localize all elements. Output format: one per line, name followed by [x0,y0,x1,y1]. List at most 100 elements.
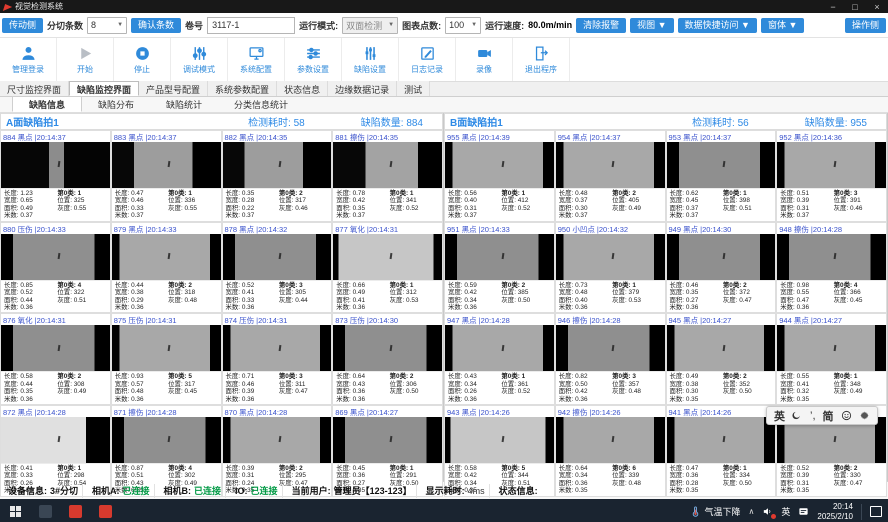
defect-image[interactable] [1,142,110,188]
parameter-settings-button[interactable]: 参数设置 [285,38,342,81]
defect-cell[interactable]: 883 黑点 |20:14:37长度: 0.47宽度: 0.46面积: 0.33… [111,130,222,222]
defect-cell[interactable]: 953 黑点 |20:14:37长度: 0.62宽度: 0.45面积: 0.37… [666,130,777,222]
taskbar-app-explorer[interactable] [30,499,60,522]
defect-image[interactable] [1,234,110,280]
defect-cell[interactable]: 949 黑点 |20:14:30长度: 0.46宽度: 0.35面积: 0.27… [666,222,777,314]
gear-icon[interactable] [859,410,870,421]
defect-cell[interactable]: 942 擦伤 |20:14:26长度: 0.64宽度: 0.34面积: 0.36… [555,405,666,497]
defect-cell[interactable]: 873 压伤 |20:14:30长度: 0.64宽度: 0.43面积: 0.36… [332,313,443,405]
debug-mode-button[interactable]: 调试模式 [171,38,228,81]
defect-image[interactable] [667,417,776,463]
defect-image[interactable] [556,325,665,371]
defect-image[interactable] [445,234,554,280]
drive-side-button[interactable]: 传动侧 [2,18,43,33]
start-button[interactable]: 开始 [57,38,114,81]
clear-alarm-button[interactable]: 清除报警 [576,18,626,33]
defect-image[interactable] [112,417,221,463]
tray-ime-lang[interactable]: 英 [781,505,790,518]
volume-icon[interactable] [762,506,773,517]
taskbar-clock[interactable]: 20:14 2025/2/10 [817,502,853,521]
defect-cell[interactable]: 951 黑点 |20:14:33长度: 0.59宽度: 0.42面积: 0.34… [444,222,555,314]
system-config-button[interactable]: 系统配置 [228,38,285,81]
defect-image[interactable] [223,417,332,463]
defect-image[interactable] [556,234,665,280]
defect-cell[interactable]: 950 小凹点 |20:14:32长度: 0.73宽度: 0.48面积: 0.4… [555,222,666,314]
roll-number-input[interactable]: 3117-1 [207,17,295,34]
defect-image[interactable] [445,417,554,463]
ime-punctuation-button[interactable]: ’, [810,410,816,422]
defect-image[interactable] [777,325,886,371]
defect-cell[interactable]: 878 黑点 |20:14:32长度: 0.52宽度: 0.41面积: 0.33… [222,222,333,314]
defect-cell[interactable]: 879 黑点 |20:14:33长度: 0.44宽度: 0.38面积: 0.29… [111,222,222,314]
defect-image[interactable] [1,417,110,463]
subtab-defect-info[interactable]: 缺陷信息 [12,96,82,112]
defect-cell[interactable]: 881 擦伤 |20:14:35长度: 0.78宽度: 0.42面积: 0.35… [332,130,443,222]
ime-mode-icon[interactable] [798,506,809,517]
defect-cell[interactable]: 944 黑点 |20:14:27长度: 0.55宽度: 0.41面积: 0.32… [776,313,887,405]
data-quick-access-menu-button[interactable]: 数据快捷访问 ▼ [678,18,757,33]
ime-lang-cn-button[interactable]: 简 [823,408,834,424]
view-menu-button[interactable]: 视图 ▼ [630,18,673,33]
close-button[interactable]: × [866,2,888,12]
confirm-count-button[interactable]: 确认条数 [131,18,181,33]
defect-cell[interactable]: 882 黑点 |20:14:35长度: 0.35宽度: 0.28面积: 0.22… [222,130,333,222]
operator-side-button[interactable]: 操作侧 [845,18,886,33]
window-menu-button[interactable]: 窗体 ▼ [761,18,804,33]
defect-cell[interactable]: 948 擦伤 |20:14:28长度: 0.98宽度: 0.55面积: 0.47… [776,222,887,314]
defect-cell[interactable]: 880 压伤 |20:14:33长度: 0.85宽度: 0.52面积: 0.44… [0,222,111,314]
exit-program-button[interactable]: 退出程序 [513,38,570,81]
defect-image[interactable] [112,325,221,371]
taskbar-app-red[interactable] [60,499,90,522]
subtab-defect-distribution[interactable]: 缺陷分布 [82,96,150,112]
defect-cell[interactable]: 884 黑点 |20:14:37长度: 1.23宽度: 0.65面积: 0.49… [0,130,111,222]
tab-test[interactable]: 测试 [397,81,430,96]
maximize-button[interactable]: □ [844,2,866,12]
tab-size-monitor[interactable]: 尺寸监控界面 [0,81,69,96]
action-center-icon[interactable] [870,506,882,517]
defect-image[interactable] [445,325,554,371]
tab-defect-monitor[interactable]: 缺陷监控界面 [69,81,139,96]
ime-lang-en-button[interactable]: 英 [774,408,785,424]
tab-system-param-config[interactable]: 系统参数配置 [208,81,277,96]
defect-image[interactable] [333,142,442,188]
smiley-icon[interactable] [841,410,852,421]
defect-image[interactable] [112,142,221,188]
run-mode-select[interactable]: 双面检测▼ [342,17,398,34]
tab-edge-data-record[interactable]: 边缘数据记录 [328,81,397,96]
defect-cell[interactable]: 945 黑点 |20:14:27长度: 0.49宽度: 0.38面积: 0.30… [666,313,777,405]
defect-cell[interactable]: 877 氧化 |20:14:31长度: 0.66宽度: 0.49面积: 0.41… [332,222,443,314]
defect-cell[interactable]: 954 黑点 |20:14:37长度: 0.48宽度: 0.37面积: 0.30… [555,130,666,222]
defect-image[interactable] [667,142,776,188]
defect-image[interactable] [1,325,110,371]
tray-expand-chevron[interactable]: ∧ [749,507,755,516]
defect-image[interactable] [556,142,665,188]
defect-image[interactable] [223,142,332,188]
defect-image[interactable] [667,325,776,371]
stop-button[interactable]: 停止 [114,38,171,81]
tab-product-model-config[interactable]: 产品型号配置 [139,81,208,96]
video-record-button[interactable]: 录像 [456,38,513,81]
defect-image[interactable] [333,234,442,280]
subtab-defect-statistics[interactable]: 缺陷统计 [150,96,218,112]
defect-image[interactable] [777,142,886,188]
defect-cell[interactable]: 876 氧化 |20:14:31长度: 0.58宽度: 0.44面积: 0.35… [0,313,111,405]
minimize-button[interactable]: − [822,2,844,12]
defect-cell[interactable]: 874 压伤 |20:14:31长度: 0.71宽度: 0.46面积: 0.39… [222,313,333,405]
moon-icon[interactable] [792,410,803,421]
slit-count-select[interactable]: 8▼ [87,17,127,34]
subtab-class-info-statistics[interactable]: 分类信息统计 [218,96,304,112]
defect-cell[interactable]: 875 压伤 |20:14:31长度: 0.93宽度: 0.57面积: 0.48… [111,313,222,405]
defect-cell[interactable]: 947 黑点 |20:14:28长度: 0.43宽度: 0.34面积: 0.26… [444,313,555,405]
defect-image[interactable] [223,234,332,280]
taskbar-app-inspection-active[interactable] [90,499,120,522]
admin-login-button[interactable]: 管理登录 [0,38,57,81]
defect-image[interactable] [333,325,442,371]
defect-settings-button[interactable]: 缺陷设置 [342,38,399,81]
chart-points-select[interactable]: 100▼ [445,17,481,34]
defect-image[interactable] [445,142,554,188]
defect-image[interactable] [667,234,776,280]
taskbar-weather[interactable]: 气温下降 [690,505,741,518]
tab-status-info[interactable]: 状态信息 [277,81,328,96]
defect-cell[interactable]: 941 黑点 |20:14:26长度: 0.47宽度: 0.36面积: 0.28… [666,405,777,497]
defect-image[interactable] [223,325,332,371]
